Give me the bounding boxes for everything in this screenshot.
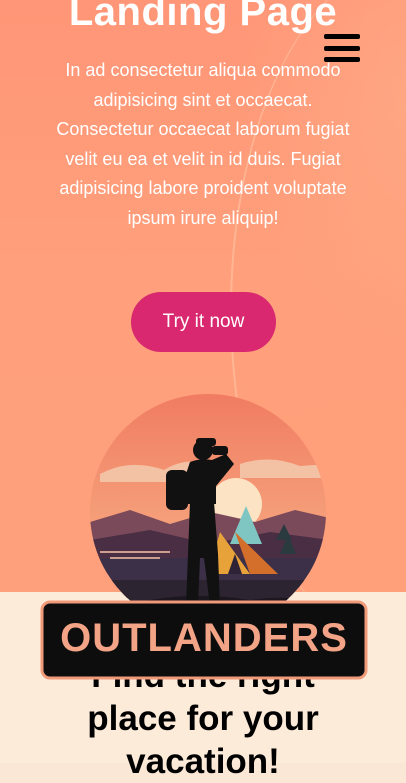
section-title-line-2: place for your (87, 699, 319, 738)
backpack-icon (166, 470, 188, 510)
hero-description: In ad consectetur aliqua commodo adipisi… (56, 60, 350, 228)
outlanders-logo: OUTLANDERS (40, 394, 368, 680)
try-it-now-button[interactable]: Try it now (131, 292, 276, 352)
section-title-line-3: vacation! (126, 742, 280, 781)
binoculars-icon (212, 446, 228, 455)
logo-wordmark: OUTLANDERS (60, 616, 348, 660)
hero-title: Landing Page (68, 0, 338, 34)
